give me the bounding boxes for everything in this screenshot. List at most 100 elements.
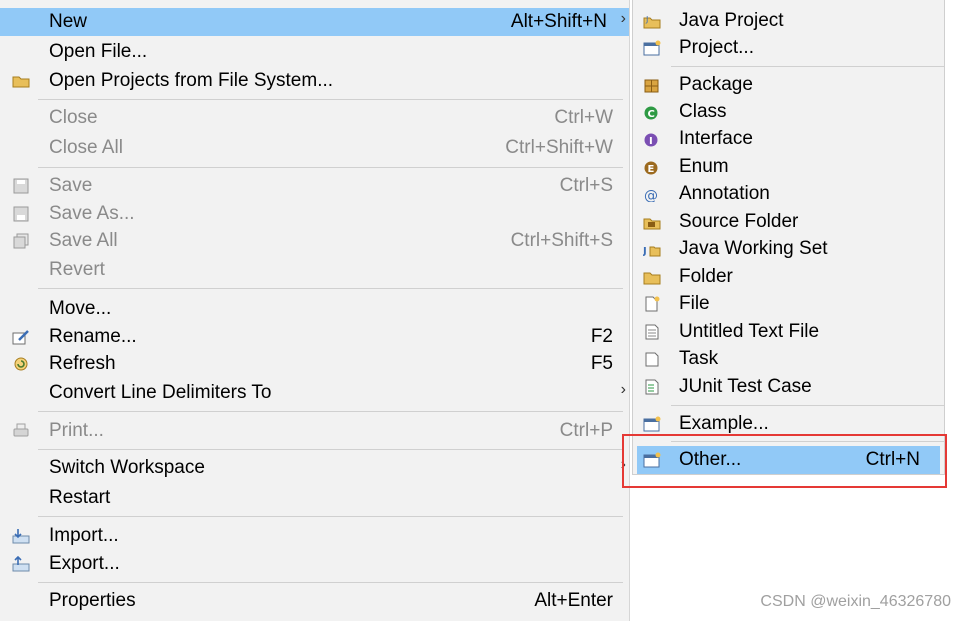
menu-item-shortcut: F5 (590, 353, 613, 374)
annotation-icon: @ (643, 186, 661, 204)
task-icon (643, 351, 661, 367)
rename-icon (12, 329, 30, 345)
submenu-item-file[interactable]: File (633, 290, 944, 318)
svg-text:E: E (648, 164, 655, 175)
save-all-icon (12, 233, 30, 249)
menu-item-save-as[interactable]: Save As... (0, 200, 629, 228)
separator (671, 405, 944, 406)
menu-item-label: Java Project (679, 10, 784, 31)
submenu-item-junit-test-case[interactable]: JUnit Test Case (633, 373, 944, 401)
interface-icon: I (643, 131, 661, 147)
submenu-item-enum[interactable]: E Enum (633, 153, 944, 181)
text-file-icon (643, 324, 661, 340)
menu-item-rename[interactable]: Rename... F2 (0, 323, 629, 351)
project-icon (643, 40, 661, 56)
menu-item-convert-line-delimiters[interactable]: Convert Line Delimiters To › (0, 379, 629, 407)
submenu-item-package[interactable]: Package (633, 71, 944, 99)
submenu-arrow-icon: › (620, 10, 626, 27)
menu-item-label: Revert (49, 259, 105, 280)
menu-item-refresh[interactable]: Refresh F5 (0, 350, 629, 378)
menu-item-revert[interactable]: Revert (0, 256, 629, 284)
package-icon (643, 77, 661, 93)
menu-item-label: Restart (49, 487, 111, 508)
menu-item-label: Move... (49, 298, 112, 319)
submenu-item-source-folder[interactable]: Source Folder (633, 208, 944, 236)
menu-item-label: Example... (679, 413, 769, 434)
menu-item-shortcut: Ctrl+Shift+S (510, 230, 613, 251)
submenu-item-java-project[interactable]: J Java Project (633, 7, 944, 35)
menu-item-shortcut: Alt+Shift+N (510, 11, 607, 32)
menu-item-label: Enum (679, 156, 729, 177)
menu-item-label: Save As... (49, 203, 135, 224)
menu-item-save-all[interactable]: Save All Ctrl+Shift+S (0, 227, 629, 255)
menu-item-label: Folder (679, 266, 733, 287)
menu-item-label: Java Working Set (679, 238, 828, 259)
submenu-item-annotation[interactable]: @ Annotation (633, 180, 944, 208)
save-icon (12, 178, 30, 194)
menu-item-label: File (679, 293, 710, 314)
submenu-item-task[interactable]: Task (633, 345, 944, 373)
submenu-item-class[interactable]: C Class (633, 98, 944, 126)
file-menu: New Alt+Shift+N › Open File... Open Proj… (0, 0, 630, 621)
menu-item-import[interactable]: Import... (0, 522, 629, 550)
folder-icon (643, 269, 661, 285)
java-project-icon: J (643, 13, 661, 29)
import-icon (12, 528, 30, 544)
submenu-item-folder[interactable]: Folder (633, 263, 944, 291)
menu-item-properties[interactable]: Properties Alt+Enter (0, 587, 629, 615)
menu-item-shortcut: Ctrl+Shift+W (505, 137, 613, 158)
save-as-icon (12, 206, 30, 222)
menu-item-label: Class (679, 101, 727, 122)
menu-item-save[interactable]: Save Ctrl+S (0, 172, 629, 200)
svg-text:C: C (648, 109, 655, 120)
menu-item-label: Save All (49, 230, 118, 251)
menu-item-shortcut: Ctrl+S (559, 175, 613, 196)
menu-item-label: Print... (49, 420, 104, 441)
separator (38, 411, 623, 412)
menu-item-close-all[interactable]: Close All Ctrl+Shift+W (0, 134, 629, 162)
print-icon (12, 423, 30, 439)
menu-item-shortcut: Ctrl+W (554, 107, 613, 128)
submenu-item-project[interactable]: Project... (633, 34, 944, 62)
menu-item-print[interactable]: Print... Ctrl+P (0, 417, 629, 445)
enum-icon: E (643, 159, 661, 175)
menu-item-label: Properties (49, 590, 136, 611)
junit-icon (643, 379, 661, 395)
menu-item-open-projects[interactable]: Open Projects from File System... (0, 67, 629, 95)
menu-item-label: Export... (49, 553, 120, 574)
menu-item-label: Annotation (679, 183, 770, 204)
menu-item-switch-workspace[interactable]: Switch Workspace › (0, 454, 629, 482)
submenu-item-interface[interactable]: I Interface (633, 125, 944, 153)
menu-item-label: New (49, 11, 88, 32)
separator (671, 66, 944, 67)
menu-item-restart[interactable]: Restart (0, 484, 629, 512)
submenu-item-java-working-set[interactable]: J Java Working Set (633, 235, 944, 263)
menu-item-shortcut: Alt+Enter (534, 590, 613, 611)
separator (38, 449, 623, 450)
menu-item-shortcut: Ctrl+P (559, 420, 613, 441)
menu-item-label: Package (679, 74, 753, 95)
submenu-item-untitled-text-file[interactable]: Untitled Text File (633, 318, 944, 346)
separator (38, 582, 623, 583)
separator (38, 167, 623, 168)
folder-open-icon (12, 73, 30, 89)
menu-item-export[interactable]: Export... (0, 550, 629, 578)
menu-item-label: Import... (49, 525, 119, 546)
menu-item-open-file[interactable]: Open File... (0, 38, 629, 66)
menu-item-close[interactable]: Close Ctrl+W (0, 104, 629, 132)
separator (38, 99, 623, 100)
svg-text:J: J (643, 246, 647, 257)
menu-item-label: Close (49, 107, 98, 128)
menu-item-move[interactable]: Move... (0, 295, 629, 323)
menu-item-label: Project... (679, 37, 754, 58)
menu-item-new[interactable]: New Alt+Shift+N › (0, 8, 629, 36)
new-submenu: J Java Project Project... Package C Clas… (632, 0, 945, 475)
menu-item-label: Task (679, 348, 719, 369)
menu-item-label: Save (49, 175, 93, 196)
menu-item-label: Open File... (49, 41, 148, 62)
example-icon (643, 416, 661, 432)
separator (38, 516, 623, 517)
file-icon (643, 296, 661, 312)
watermark: CSDN @weixin_46326780 (760, 593, 951, 610)
svg-text:J: J (645, 15, 648, 24)
